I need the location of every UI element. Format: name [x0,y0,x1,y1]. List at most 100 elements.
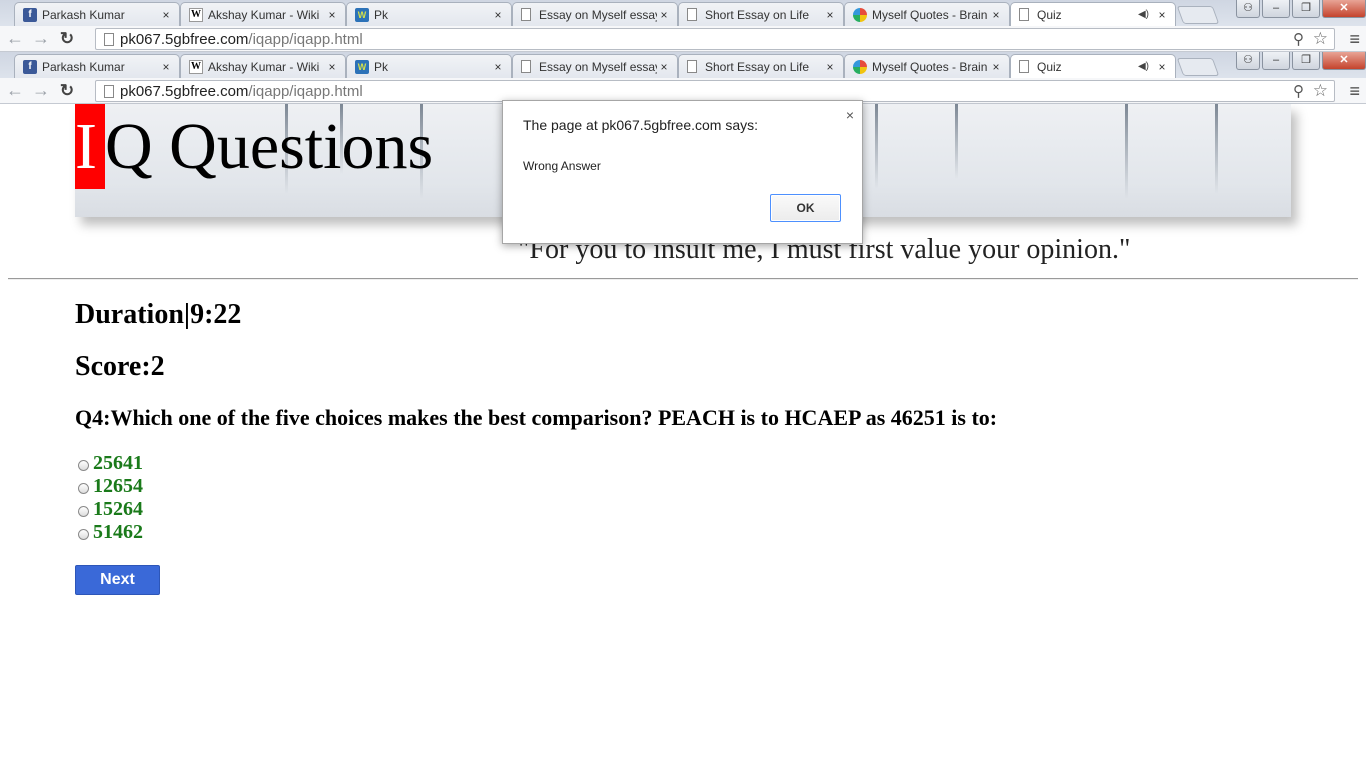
tab-title: Parkash Kumar [42,7,125,22]
tab-essay-on-myself[interactable]: Essay on Myself essay × [512,2,678,26]
tab-close-icon[interactable]: × [823,8,837,22]
tab-close-icon[interactable]: × [159,8,173,22]
dialog-title: The page at pk067.5gbfree.com says: [523,117,759,133]
window-close-button[interactable]: ✕ [1322,52,1366,70]
bookmark-star-icon[interactable]: ☆ [1313,29,1328,49]
tab-title: Parkash Kumar [42,59,125,74]
chrome-menu-icon[interactable]: ≡ [1349,81,1360,102]
tab-close-icon[interactable]: × [657,8,671,22]
option-label[interactable]: 51462 [93,521,143,544]
zoom-icon[interactable]: ⚲ [1293,30,1304,48]
tab-close-icon[interactable]: × [159,60,173,74]
answer-option[interactable]: 15264 [78,498,143,521]
tab-myself-quotes[interactable]: Myself Quotes - Brain × [844,2,1010,26]
back-arrow-icon[interactable]: ← [4,80,26,102]
ok-button[interactable]: OK [770,194,841,222]
tab-strip: f Parkash Kumar × W Akshay Kumar - Wiki … [0,52,1366,78]
tab-close-icon[interactable]: × [823,60,837,74]
window-controls: ⚇ – ❐ ✕ [1234,0,1366,18]
tab-title: Pk [374,59,389,74]
banner-tree-decoration [1215,104,1218,194]
tab-quiz[interactable]: Quiz ◀) × [1010,54,1176,78]
tab-close-icon[interactable]: × [325,8,339,22]
page-content: I Q Questions "For you to insult me, I m… [0,100,1366,768]
minimize-button[interactable]: – [1262,52,1290,70]
page-icon [104,84,114,98]
site-logo: I Q Questions [75,104,433,189]
user-profile-icon[interactable]: ⚇ [1236,52,1260,70]
tab-essay-on-myself[interactable]: Essay on Myself essay × [512,54,678,78]
tab-parkash-kumar[interactable]: f Parkash Kumar × [14,54,180,78]
wordpress-icon: W [355,59,369,74]
audio-playing-icon[interactable]: ◀) [1138,9,1149,20]
tab-title: Quiz [1037,7,1062,22]
brainyquote-icon [853,59,867,74]
tab-title: Quiz [1037,59,1062,74]
score-display: Score:2 [75,351,165,382]
new-tab-button[interactable] [1176,6,1220,24]
document-icon [687,60,697,73]
new-tab-button[interactable] [1176,58,1220,76]
answer-options: 25641 12654 15264 51462 [78,452,143,544]
tab-close-icon[interactable]: × [491,8,505,22]
answer-option[interactable]: 25641 [78,452,143,475]
next-button[interactable]: Next [75,565,160,595]
tab-short-essay[interactable]: Short Essay on Life × [678,2,844,26]
page-icon [104,32,114,46]
tab-myself-quotes[interactable]: Myself Quotes - Brain × [844,54,1010,78]
tab-close-icon[interactable]: × [1155,8,1169,22]
bookmark-star-icon[interactable]: ☆ [1313,81,1328,101]
answer-option[interactable]: 51462 [78,521,143,544]
tab-title: Short Essay on Life [705,7,810,22]
address-bar[interactable]: pk067.5gbfree.com/iqapp/iqapp.html ⚲ ☆ [95,80,1335,102]
chrome-menu-icon[interactable]: ≡ [1349,29,1360,50]
radio-button[interactable] [78,459,89,471]
tab-title: Essay on Myself essay [539,59,657,74]
tab-strip: f Parkash Kumar × W Akshay Kumar - Wiki … [0,0,1366,26]
dialog-message: Wrong Answer [523,159,601,173]
tab-quiz[interactable]: Quiz ◀) × [1010,2,1176,26]
minimize-button[interactable]: – [1262,0,1290,18]
forward-arrow-icon[interactable]: → [30,28,52,50]
banner-tree-decoration [955,104,958,179]
tab-akshay-kumar[interactable]: W Akshay Kumar - Wiki × [180,2,346,26]
tab-title: Pk [374,7,389,22]
browser-chrome-duplicate: f Parkash Kumar × W Akshay Kumar - Wiki … [0,52,1366,104]
tab-pk[interactable]: W Pk × [346,2,512,26]
address-bar[interactable]: pk067.5gbfree.com/iqapp/iqapp.html ⚲ ☆ [95,28,1335,50]
tab-short-essay[interactable]: Short Essay on Life × [678,54,844,78]
answer-option[interactable]: 12654 [78,475,143,498]
reload-icon[interactable]: ↻ [56,28,78,50]
option-label[interactable]: 25641 [93,452,143,475]
radio-button[interactable] [78,505,89,517]
zoom-icon[interactable]: ⚲ [1293,82,1304,100]
tab-akshay-kumar[interactable]: W Akshay Kumar - Wiki × [180,54,346,78]
document-icon [521,8,531,21]
tab-close-icon[interactable]: × [989,8,1003,22]
tab-close-icon[interactable]: × [989,60,1003,74]
tab-pk[interactable]: W Pk × [346,54,512,78]
dialog-close-icon[interactable]: × [846,107,854,123]
back-arrow-icon[interactable]: ← [4,28,26,50]
facebook-icon: f [23,59,37,74]
radio-button[interactable] [78,528,89,540]
restore-button[interactable]: ❐ [1292,0,1320,18]
user-profile-icon[interactable]: ⚇ [1236,0,1260,18]
option-label[interactable]: 12654 [93,475,143,498]
radio-button[interactable] [78,482,89,494]
audio-playing-icon[interactable]: ◀) [1138,61,1149,72]
restore-button[interactable]: ❐ [1292,52,1320,70]
tab-close-icon[interactable]: × [657,60,671,74]
tab-close-icon[interactable]: × [491,60,505,74]
reload-icon[interactable]: ↻ [56,80,78,102]
window-close-button[interactable]: ✕ [1322,0,1366,18]
banner-tree-decoration [1125,104,1128,199]
tab-title: Myself Quotes - Brain [872,59,988,74]
tab-parkash-kumar[interactable]: f Parkash Kumar × [14,2,180,26]
forward-arrow-icon[interactable]: → [30,80,52,102]
tab-title: Essay on Myself essay [539,7,657,22]
tab-close-icon[interactable]: × [325,60,339,74]
logo-text: Q Questions [105,110,434,183]
option-label[interactable]: 15264 [93,498,143,521]
tab-close-icon[interactable]: × [1155,60,1169,74]
